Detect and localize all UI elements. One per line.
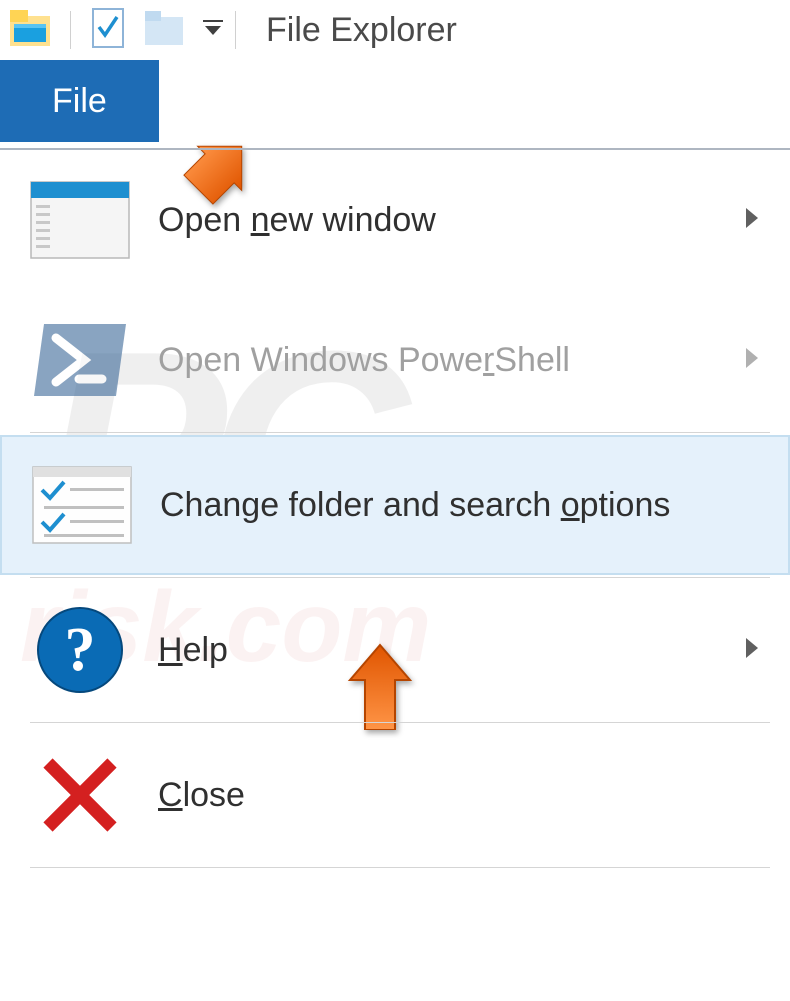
menu-divider bbox=[30, 867, 770, 868]
new-folder-icon[interactable] bbox=[145, 11, 183, 50]
help-icon: ? bbox=[30, 610, 130, 690]
menu-divider bbox=[30, 577, 770, 578]
quick-access-toolbar bbox=[10, 7, 223, 54]
window-icon bbox=[30, 180, 130, 260]
separator bbox=[70, 11, 71, 49]
menu-label: Change folder and search options bbox=[160, 486, 768, 525]
menu-label: Close bbox=[158, 776, 770, 815]
titlebar: File Explorer bbox=[0, 0, 790, 60]
options-icon bbox=[32, 465, 132, 545]
tab-file[interactable]: File bbox=[0, 60, 159, 142]
ribbon-tab-bar: File bbox=[0, 60, 790, 150]
menu-item-open-new-window[interactable]: Open new window bbox=[0, 150, 790, 290]
menu-item-close[interactable]: Close bbox=[0, 725, 790, 865]
menu-divider bbox=[30, 722, 770, 723]
chevron-right-icon bbox=[744, 206, 760, 235]
menu-label: Open new window bbox=[158, 201, 744, 240]
close-icon bbox=[30, 755, 130, 835]
separator bbox=[235, 11, 236, 49]
dropdown-icon[interactable] bbox=[203, 20, 223, 41]
properties-icon[interactable] bbox=[91, 7, 125, 54]
window-title: File Explorer bbox=[266, 11, 457, 50]
file-explorer-icon bbox=[10, 10, 50, 51]
menu-item-help[interactable]: ? Help bbox=[0, 580, 790, 720]
menu-label: Open Windows PowerShell bbox=[158, 341, 744, 380]
svg-text:?: ? bbox=[65, 616, 96, 684]
chevron-right-icon bbox=[744, 346, 760, 375]
file-menu: Open new window Open Windows PowerShell bbox=[0, 150, 790, 868]
menu-item-open-powershell: Open Windows PowerShell bbox=[0, 290, 790, 430]
menu-label: Help bbox=[158, 631, 744, 670]
menu-divider bbox=[30, 432, 770, 433]
powershell-icon bbox=[30, 320, 130, 400]
chevron-right-icon bbox=[744, 636, 760, 665]
menu-item-change-folder-options[interactable]: Change folder and search options bbox=[0, 435, 790, 575]
